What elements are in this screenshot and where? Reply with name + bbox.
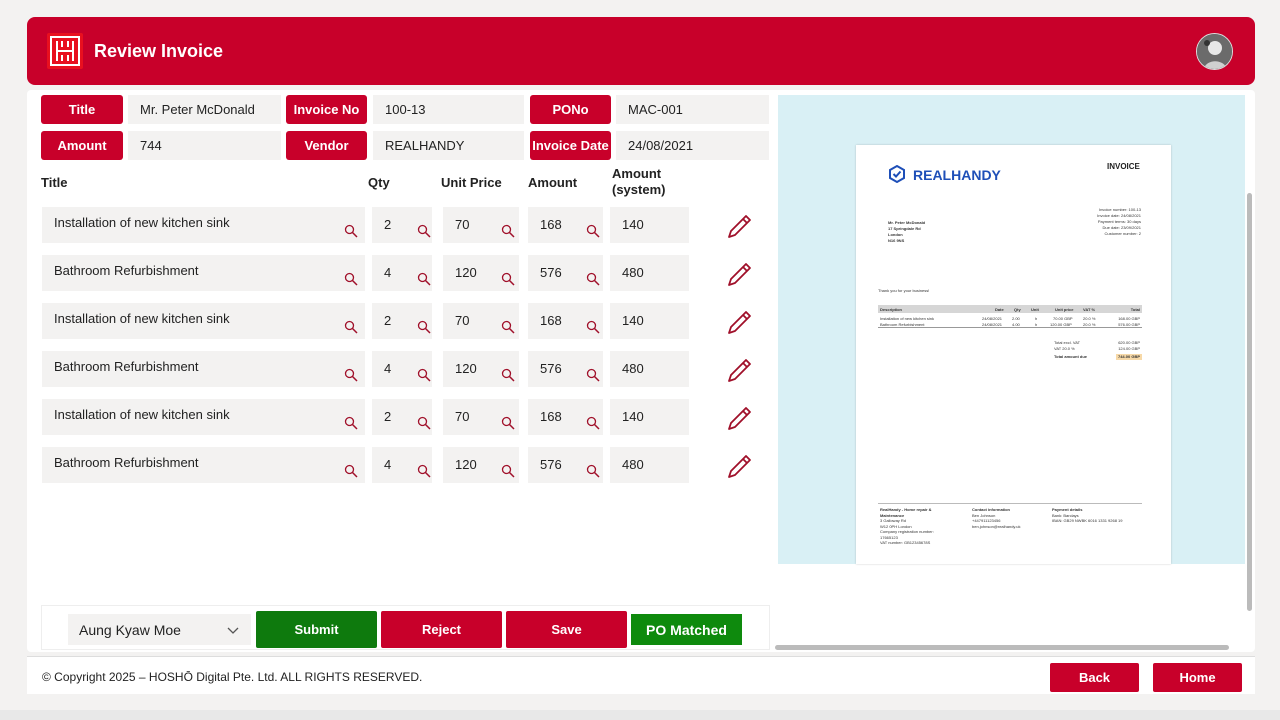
search-icon[interactable] xyxy=(417,464,431,478)
search-icon[interactable] xyxy=(501,416,515,430)
vendor-label: Vendor xyxy=(286,131,367,160)
doc-meta: Invoice number: 100-13 Invoice date: 24/… xyxy=(1097,207,1141,236)
doc-items-header: Description Date Qty Unit Unit price VAT… xyxy=(878,305,1142,313)
window-bottom-edge xyxy=(0,710,1280,720)
search-icon[interactable] xyxy=(586,320,600,334)
pono-label: PONo xyxy=(530,95,611,124)
doc-type: INVOICE xyxy=(1107,162,1140,171)
search-icon[interactable] xyxy=(501,464,515,478)
cell-amount-system[interactable]: 480 xyxy=(610,255,689,291)
edit-pencil-icon[interactable] xyxy=(725,357,753,385)
invoice-no-label: Invoice No xyxy=(286,95,367,124)
cell-amount-system[interactable]: 480 xyxy=(610,351,689,387)
copyright-text: © Copyright 2025 – HOSHŌ Digital Pte. Lt… xyxy=(42,670,423,684)
edit-pencil-icon[interactable] xyxy=(725,405,753,433)
cell-amount-system[interactable]: 140 xyxy=(610,207,689,243)
doc-footer-contact: Contact information Ben Johnson +4479111… xyxy=(972,507,1021,529)
hosho-logo-icon xyxy=(47,33,83,69)
col-header-title: Title xyxy=(41,175,68,190)
submit-button[interactable]: Submit xyxy=(256,611,377,648)
save-button[interactable]: Save xyxy=(506,611,627,648)
invoice-date-field[interactable]: 24/08/2021 xyxy=(616,131,769,160)
vendor-field[interactable]: REALHANDY xyxy=(373,131,524,160)
preview-horizontal-scrollbar[interactable] xyxy=(775,645,1229,650)
preview-vertical-scrollbar[interactable] xyxy=(1247,193,1252,611)
cell-title[interactable]: Bathroom Refurbishment xyxy=(42,447,365,483)
po-status-badge: PO Matched xyxy=(631,614,742,645)
invoice-document: REALHANDY INVOICE Mr. Peter McDonald 17 … xyxy=(856,145,1171,564)
doc-thanks: Thank you for your business! xyxy=(878,288,930,293)
amount-label: Amount xyxy=(41,131,123,160)
title-field[interactable]: Mr. Peter McDonald xyxy=(128,95,281,124)
pono-field[interactable]: MAC-001 xyxy=(616,95,769,124)
cell-title[interactable]: Bathroom Refurbishment xyxy=(42,255,365,291)
chevron-down-icon xyxy=(227,623,239,639)
search-icon[interactable] xyxy=(417,320,431,334)
invoice-no-field[interactable]: 100-13 xyxy=(373,95,524,124)
search-icon[interactable] xyxy=(501,272,515,286)
search-icon[interactable] xyxy=(344,416,358,430)
doc-brand: REALHANDY xyxy=(913,167,1001,183)
doc-totals: Total excl. VAT 620.00 GBP VAT 20.0 % 124.… xyxy=(1054,340,1142,360)
edit-pencil-icon[interactable] xyxy=(725,309,753,337)
col-header-qty: Qty xyxy=(368,175,390,190)
cell-title[interactable]: Installation of new kitchen sink xyxy=(42,399,365,435)
search-icon[interactable] xyxy=(586,272,600,286)
avatar[interactable] xyxy=(1196,33,1233,70)
edit-pencil-icon[interactable] xyxy=(725,261,753,289)
search-icon[interactable] xyxy=(586,368,600,382)
search-icon[interactable] xyxy=(417,224,431,238)
app-header: Review Invoice xyxy=(27,17,1255,85)
cell-title[interactable]: Installation of new kitchen sink xyxy=(42,207,365,243)
cell-amount-system[interactable]: 140 xyxy=(610,303,689,339)
doc-customer: Mr. Peter McDonald 17 Springdale Rd Lond… xyxy=(888,220,926,243)
footer: © Copyright 2025 – HOSHŌ Digital Pte. Lt… xyxy=(27,656,1255,694)
home-button[interactable]: Home xyxy=(1153,663,1242,692)
realhandy-logo-icon xyxy=(888,164,906,184)
approver-select-value: Aung Kyaw Moe xyxy=(79,621,181,638)
col-header-amount: Amount xyxy=(528,175,578,190)
invoice-date-label: Invoice Date xyxy=(530,131,611,160)
doc-item-row: Bathroom Refurbishment 24/08/2021 4.00 h… xyxy=(878,322,1142,328)
doc-footer-divider xyxy=(878,503,1142,504)
col-header-amount-system: Amount (system) xyxy=(612,166,666,197)
title-label: Title xyxy=(41,95,123,124)
col-header-unit-price: Unit Price xyxy=(441,175,502,190)
cell-title[interactable]: Installation of new kitchen sink xyxy=(42,303,365,339)
doc-footer-payment: Payment details Bank: Barclays IBAN: GB2… xyxy=(1052,507,1123,523)
search-icon[interactable] xyxy=(501,368,515,382)
search-icon[interactable] xyxy=(501,224,515,238)
cell-amount-system[interactable]: 140 xyxy=(610,399,689,435)
search-icon[interactable] xyxy=(417,368,431,382)
search-icon[interactable] xyxy=(586,464,600,478)
cell-amount-system[interactable]: 480 xyxy=(610,447,689,483)
amount-field[interactable]: 744 xyxy=(128,131,281,160)
search-icon[interactable] xyxy=(344,368,358,382)
search-icon[interactable] xyxy=(344,224,358,238)
search-icon[interactable] xyxy=(344,272,358,286)
reject-button[interactable]: Reject xyxy=(381,611,502,648)
search-icon[interactable] xyxy=(501,320,515,334)
doc-footer-company: RealHandy - Home repair & Maintenance 3 … xyxy=(880,507,934,545)
search-icon[interactable] xyxy=(344,464,358,478)
edit-pencil-icon[interactable] xyxy=(725,453,753,481)
page-title: Review Invoice xyxy=(94,41,224,61)
edit-pencil-icon[interactable] xyxy=(725,213,753,241)
search-icon[interactable] xyxy=(586,416,600,430)
back-button[interactable]: Back xyxy=(1050,663,1139,692)
search-icon[interactable] xyxy=(417,272,431,286)
search-icon[interactable] xyxy=(586,224,600,238)
search-icon[interactable] xyxy=(344,320,358,334)
approver-select[interactable]: Aung Kyaw Moe xyxy=(68,614,251,645)
cell-title[interactable]: Bathroom Refurbishment xyxy=(42,351,365,387)
search-icon[interactable] xyxy=(417,416,431,430)
